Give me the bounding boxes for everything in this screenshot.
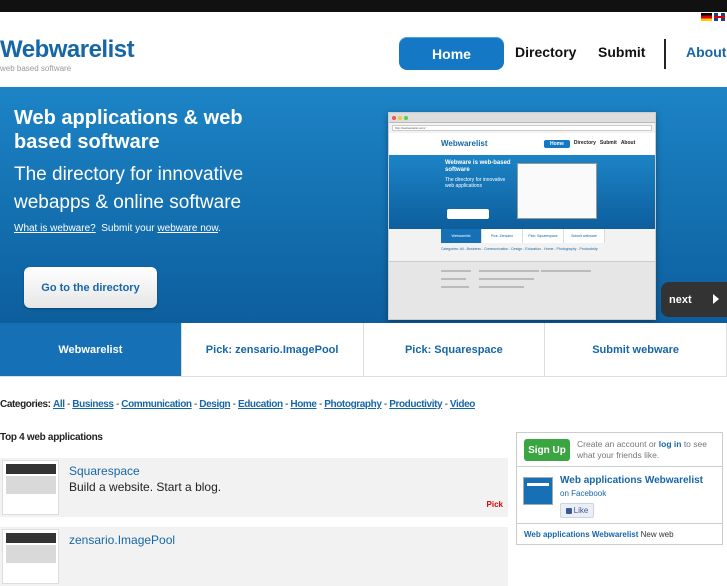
app-thumbnail[interactable] <box>2 460 59 515</box>
category-link-productivity[interactable]: Productivity <box>389 399 442 410</box>
signup-prompt: Create an account or log in to see what … <box>577 439 723 461</box>
category-link-communication[interactable]: Communication <box>121 399 192 410</box>
facebook-widget: Sign Up Create an account or log in to s… <box>516 432 723 545</box>
preview-nav-item: Home <box>544 140 570 148</box>
what-is-webware-link[interactable]: What is webware? <box>14 223 96 234</box>
preview-footer-line <box>441 278 466 280</box>
pick-badge: Pick <box>486 500 503 509</box>
en-flag-icon[interactable] <box>714 13 725 21</box>
preview-hero-button <box>447 209 489 219</box>
tab-submit-webware[interactable]: Submit webware <box>545 323 727 377</box>
preview-titlebar <box>389 113 655 123</box>
window-dot-icon <box>404 115 408 120</box>
preview-footer-line <box>541 270 591 272</box>
nav-about-link[interactable]: About <box>686 44 726 60</box>
preview-hero: Webware is web-based software The direct… <box>389 155 655 229</box>
category-link-video[interactable]: Video <box>450 399 475 410</box>
submit-webware-link[interactable]: webware now <box>157 223 218 234</box>
top-bar <box>0 0 727 12</box>
preview-nav-item: Directory <box>573 140 596 146</box>
preview-inner-screenshot <box>517 163 597 219</box>
submit-text: Submit your <box>101 223 155 234</box>
thumbs-up-icon <box>565 507 572 514</box>
next-label: next <box>669 293 692 306</box>
chevron-right-icon <box>713 294 719 304</box>
preview-footer-line <box>479 270 539 272</box>
preview-nav-item: Submit <box>599 140 617 146</box>
nav-divider <box>664 39 666 69</box>
tab-webwarelist[interactable]: Webwarelist <box>0 323 182 377</box>
category-list: Categories: All - Business - Communicati… <box>0 399 475 410</box>
like-button[interactable]: Like <box>560 503 594 518</box>
nav-submit-link[interactable]: Submit <box>598 44 645 60</box>
preview-footer-line <box>479 286 524 288</box>
category-link-home[interactable]: Home <box>290 399 317 410</box>
facebook-page-box: Web applications Webwarelist on Facebook… <box>517 466 722 524</box>
preview-footer-line <box>441 286 469 288</box>
page-thumbnail-icon[interactable] <box>523 477 553 505</box>
category-link-design[interactable]: Design <box>199 399 230 410</box>
category-link-all[interactable]: All <box>53 399 65 410</box>
widget-footer: Web applications Webwarelist New web <box>524 530 674 539</box>
top4-heading: Top 4 web applications <box>0 432 103 443</box>
preview-footer <box>389 261 655 319</box>
site-logo[interactable]: Webwarelist <box>0 36 135 64</box>
main-nav: Home Directory Submit About <box>399 37 726 70</box>
hero-title: Web applications & web based software <box>14 107 243 153</box>
preview-footer-line <box>441 270 471 272</box>
hero-links: What is webware? Submit your webware now… <box>14 223 221 234</box>
preview-hero-title: Webware is web-based software <box>445 160 511 173</box>
tab-pick-zensario[interactable]: Pick: zensario.ImagePool <box>181 323 364 377</box>
window-dot-icon <box>392 115 396 120</box>
category-link-education[interactable]: Education <box>238 399 283 410</box>
signup-text-1: Create an account or <box>577 439 657 449</box>
category-link-business[interactable]: Business <box>72 399 114 410</box>
language-switcher <box>701 13 725 21</box>
app-title[interactable]: Squarespace <box>69 464 140 478</box>
like-label: Like <box>573 506 589 515</box>
preview-tabs: Webwarelist Pick: Zensario Pick: Squares… <box>441 229 605 243</box>
go-to-directory-button[interactable]: Go to the directory <box>24 267 157 308</box>
preview-footer-line <box>479 278 534 280</box>
facebook-page-title[interactable]: Web applications Webwarelist <box>560 475 703 486</box>
list-item[interactable]: zensario.ImagePool <box>0 527 508 586</box>
widget-footer-text: New web <box>640 530 674 539</box>
preview-nav-item: About <box>620 140 636 146</box>
site-preview-screenshot[interactable]: http://webwarelist.com/ Webwarelist Home… <box>388 112 656 320</box>
facebook-page-subtitle[interactable]: on Facebook <box>560 489 606 498</box>
app-description: Build a website. Start a blog. <box>69 480 222 494</box>
category-link-photography[interactable]: Photography <box>324 399 382 410</box>
preview-tab: Webwarelist <box>441 229 482 243</box>
list-item[interactable]: Squarespace Build a website. Start a blo… <box>0 458 508 517</box>
preview-header: Webwarelist Home Directory Submit About <box>389 133 655 155</box>
categories-label: Categories: <box>0 399 51 410</box>
submit-end: . <box>218 223 221 234</box>
preview-tab: Pick: Squarespace <box>523 229 564 243</box>
hero-banner: Web applications & web based software Th… <box>0 87 727 323</box>
hero-subtitle: The directory for innovative webapps & o… <box>14 164 244 213</box>
preview-categories: Categories: All - Business - Communicati… <box>441 247 598 251</box>
sign-up-button[interactable]: Sign Up <box>524 439 570 461</box>
next-slide-button[interactable]: next <box>661 282 727 317</box>
preview-tab: Pick: Zensario <box>482 229 523 243</box>
preview-url: http://webwarelist.com/ <box>392 125 652 131</box>
nav-home-button[interactable]: Home <box>399 37 504 70</box>
nav-directory-link[interactable]: Directory <box>515 44 576 60</box>
preview-hero-subtitle: The directory for innovative web applica… <box>445 177 506 189</box>
tab-pick-squarespace[interactable]: Pick: Squarespace <box>363 323 546 377</box>
feature-tabs: Webwarelist Pick: zensario.ImagePool Pic… <box>0 323 727 377</box>
widget-footer-title[interactable]: Web applications Webwarelist <box>524 530 638 539</box>
app-thumbnail[interactable] <box>2 529 59 584</box>
preview-logo: Webwarelist <box>441 139 488 148</box>
login-link[interactable]: log in <box>659 439 682 449</box>
preview-nav: Home Directory Submit About <box>544 140 635 148</box>
preview-tab: Submit webware <box>564 229 605 243</box>
de-flag-icon[interactable] <box>701 13 712 21</box>
window-dot-icon <box>398 115 402 120</box>
site-tagline: web based software <box>0 64 72 73</box>
